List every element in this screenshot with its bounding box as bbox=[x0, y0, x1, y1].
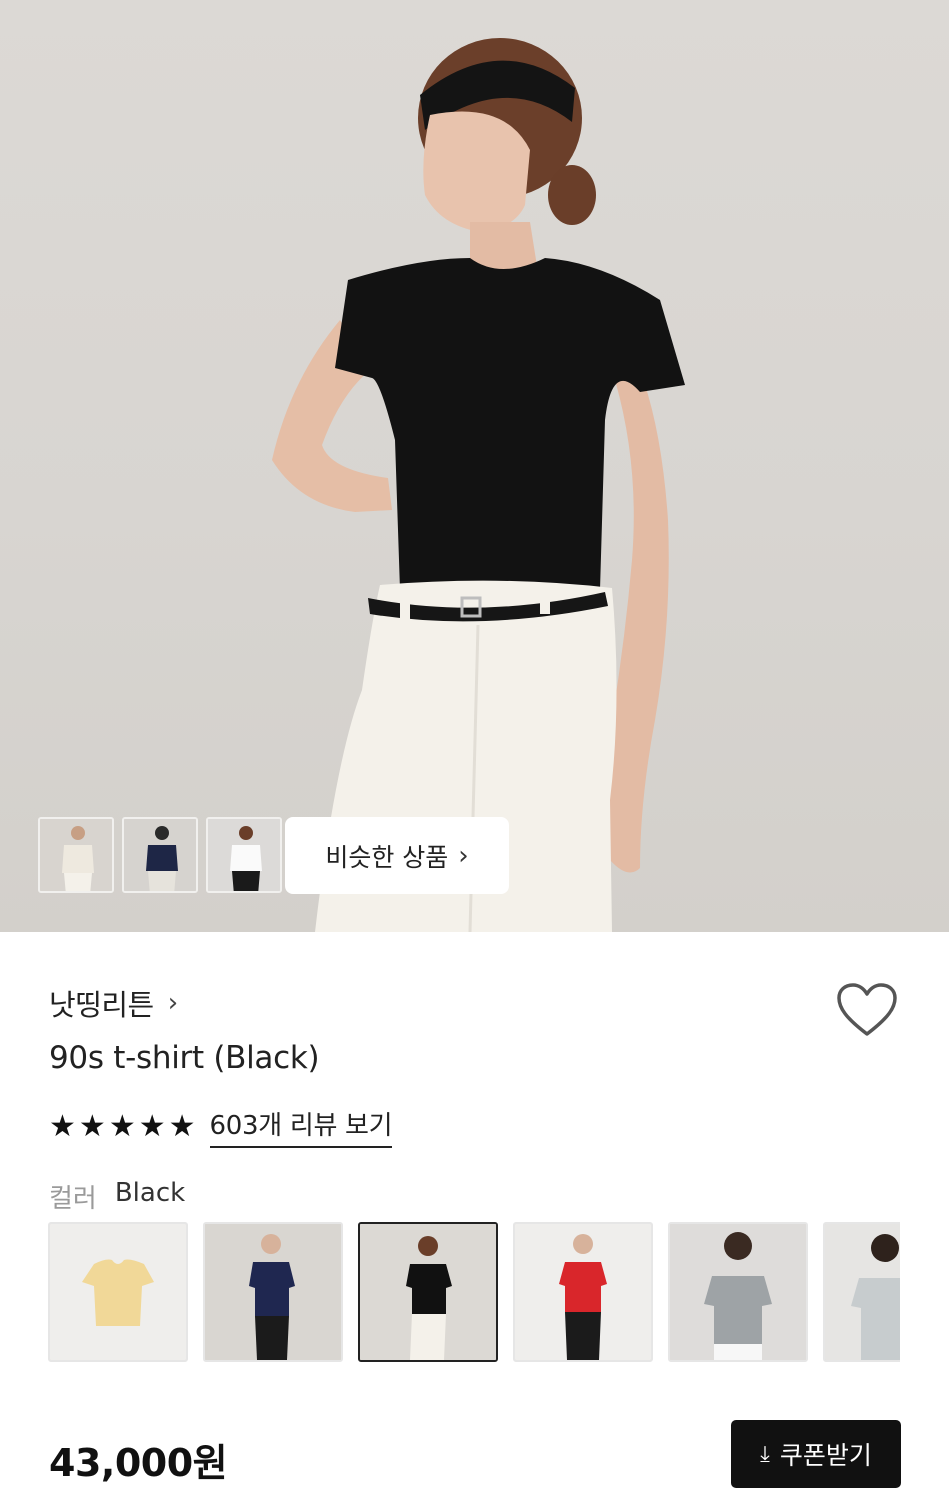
chevron-right-icon: › bbox=[167, 988, 179, 1018]
color-swatch-grey[interactable] bbox=[668, 1222, 808, 1362]
color-swatch-yellow[interactable] bbox=[48, 1222, 188, 1362]
rating-row: ★ ★ ★ ★ ★ 603개 리뷰 보기 bbox=[49, 1105, 393, 1148]
similar-products-label: 비슷한 상품 bbox=[325, 842, 449, 872]
coupon-button-label: 쿠폰받기 bbox=[779, 1441, 872, 1470]
swatch-grey-image bbox=[670, 1224, 806, 1360]
thumb-white-image bbox=[208, 819, 280, 891]
swatch-red-image bbox=[515, 1224, 651, 1360]
swatch-navy-image bbox=[205, 1224, 341, 1360]
gallery-thumb-3[interactable] bbox=[206, 817, 282, 893]
gallery-thumbnails bbox=[38, 817, 282, 893]
star-icon: ★ bbox=[108, 1108, 136, 1144]
swatch-yellow-image bbox=[50, 1224, 186, 1360]
star-icon: ★ bbox=[168, 1108, 196, 1144]
color-swatch-black[interactable] bbox=[358, 1222, 498, 1362]
color-value: Black bbox=[114, 1178, 186, 1208]
product-title: 90s t-shirt (Black) bbox=[49, 1040, 320, 1076]
color-swatch-list bbox=[48, 1222, 900, 1362]
color-selection-label: 컬러 Black bbox=[49, 1178, 185, 1215]
thumb-navy-image bbox=[124, 819, 196, 891]
review-link[interactable]: 603개 리뷰 보기 bbox=[209, 1105, 393, 1148]
swatch-black-image bbox=[360, 1224, 496, 1360]
product-hero-image[interactable]: 비슷한 상품 › bbox=[0, 0, 949, 932]
gallery-thumb-1[interactable] bbox=[38, 817, 114, 893]
model-photo bbox=[272, 38, 685, 932]
heart-outline-icon[interactable] bbox=[836, 982, 898, 1038]
product-price: 43,000원 bbox=[49, 1441, 228, 1485]
brand-link[interactable]: 낫띵리튼 › bbox=[49, 982, 178, 1024]
download-arrow-icon: ⤓ bbox=[760, 1441, 770, 1467]
star-icon: ★ bbox=[78, 1108, 106, 1144]
download-coupon-button[interactable]: ⤓ 쿠폰받기 bbox=[731, 1420, 901, 1488]
color-swatch-light-grey[interactable] bbox=[823, 1222, 900, 1362]
color-label: 컬러 bbox=[49, 1184, 97, 1214]
chevron-right-icon: › bbox=[458, 840, 469, 871]
star-icon: ★ bbox=[138, 1108, 166, 1144]
brand-name: 낫띵리튼 bbox=[49, 988, 154, 1022]
similar-products-button[interactable]: 비슷한 상품 › bbox=[285, 817, 509, 894]
thumb-ivory-image bbox=[40, 819, 112, 891]
star-icon: ★ bbox=[49, 1108, 76, 1144]
color-swatch-red[interactable] bbox=[513, 1222, 653, 1362]
swatch-light-grey-image bbox=[825, 1224, 900, 1360]
gallery-thumb-2[interactable] bbox=[122, 817, 198, 893]
color-swatch-navy[interactable] bbox=[203, 1222, 343, 1362]
star-rating: ★ ★ ★ ★ ★ bbox=[49, 1108, 196, 1144]
